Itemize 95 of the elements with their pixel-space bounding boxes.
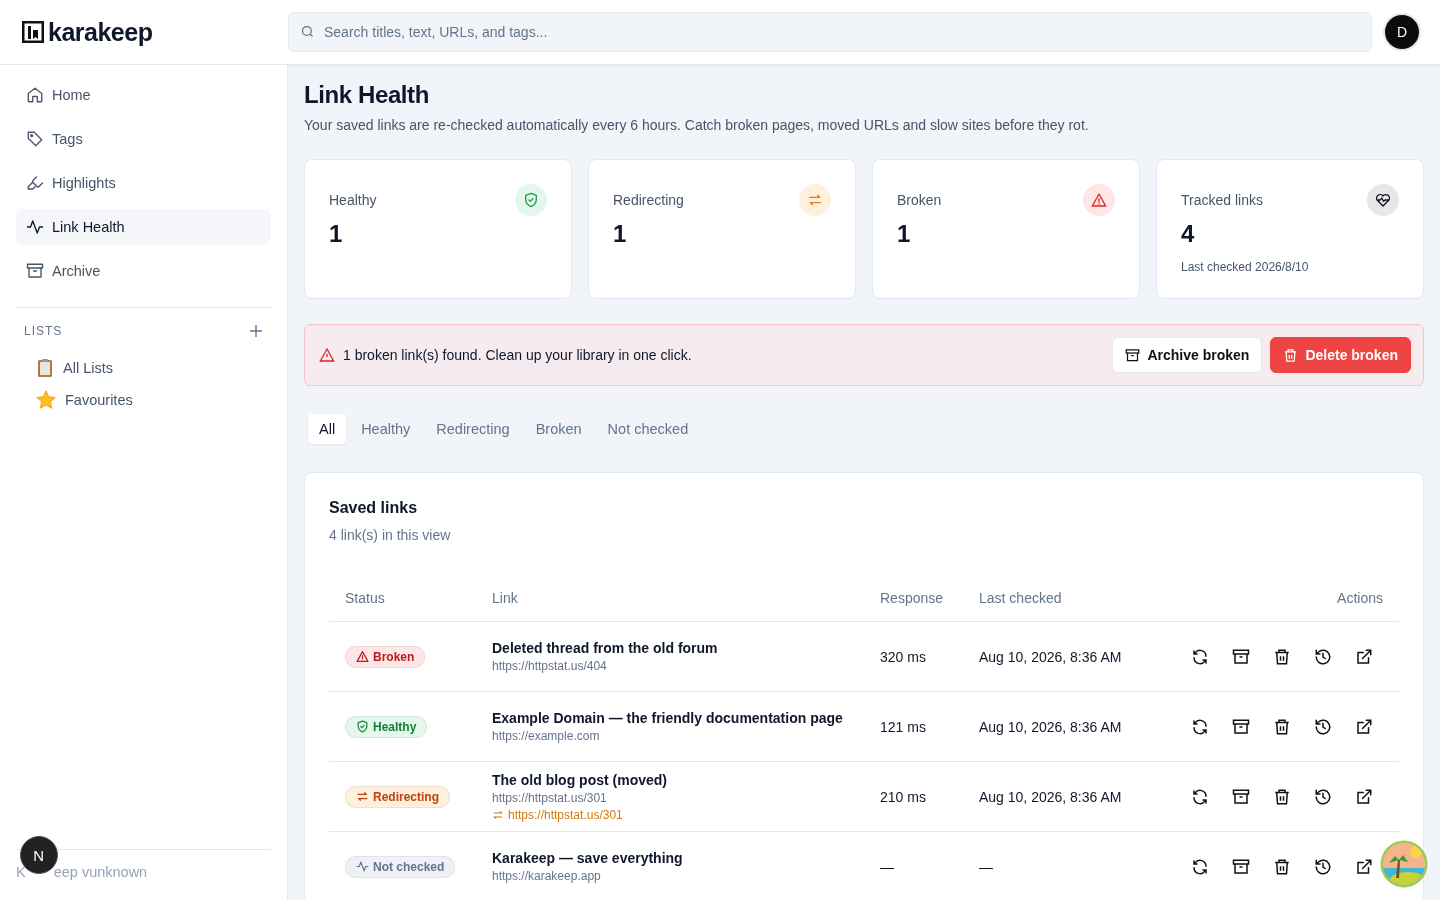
add-icon[interactable]	[249, 324, 263, 338]
refresh-icon[interactable]	[1191, 857, 1209, 876]
table-cell-text: Aug 10, 2026, 8:36 AM	[979, 718, 1123, 735]
archive-icon[interactable]	[1232, 717, 1250, 736]
page-title: Link Health	[304, 81, 430, 109]
list-item[interactable]: All Lists	[16, 352, 271, 384]
history-icon[interactable]	[1314, 717, 1332, 736]
trash-icon[interactable]	[1273, 717, 1291, 736]
link-url[interactable]: https://example.com	[492, 729, 880, 743]
stat-value: 4	[1181, 220, 1196, 248]
star-icon	[35, 389, 57, 411]
external-link-icon[interactable]	[1355, 647, 1373, 666]
external-link-icon[interactable]	[1355, 717, 1373, 736]
filter-tab[interactable]: Healthy	[350, 414, 422, 444]
external-link-icon[interactable]	[1355, 857, 1373, 876]
column-header: Response	[880, 590, 945, 606]
clipboard-icon	[35, 358, 55, 378]
archive-button[interactable]: Archive broken	[1112, 337, 1263, 373]
history-icon[interactable]	[1314, 647, 1332, 666]
table-cell-text: —	[979, 858, 994, 875]
section-heading: LISTS	[24, 324, 63, 338]
table-cell-text: 121 ms	[880, 718, 927, 735]
table-cell-text: Aug 10, 2026, 8:36 AM	[979, 788, 1123, 805]
column-header: Status	[345, 590, 386, 606]
stat-note: Last checked 2026/8/10	[1181, 260, 1310, 274]
trash-icon[interactable]	[1273, 787, 1291, 806]
delete-button[interactable]: Delete broken	[1270, 337, 1411, 373]
trash-icon	[1283, 347, 1299, 363]
archive-icon[interactable]	[1232, 647, 1250, 666]
archive-icon[interactable]	[1232, 857, 1250, 876]
history-icon[interactable]	[1314, 857, 1332, 876]
table-cell-text: 210 ms	[880, 788, 927, 805]
link-title[interactable]: Deleted thread from the old forum	[492, 640, 880, 656]
table-subtitle: 4 link(s) in this view	[329, 527, 452, 543]
archive-icon	[26, 262, 44, 280]
tag-icon	[26, 130, 44, 148]
arrows-icon	[492, 808, 504, 821]
stat-label: Healthy	[329, 192, 377, 208]
page-subtitle: Your saved links are re-checked automatically every 6 hours. Catch broken pages, moved URLs and slow sites before they rot.	[304, 117, 1090, 133]
search-icon	[300, 24, 315, 39]
filter-tab[interactable]: Not checked	[596, 414, 700, 444]
stat-value: 1	[613, 220, 628, 248]
nav-item[interactable]: Archive	[16, 253, 271, 289]
warning-icon	[319, 347, 335, 363]
filter-tab[interactable]: Redirecting	[425, 414, 521, 444]
refresh-icon[interactable]	[1191, 647, 1209, 666]
link-url[interactable]: https://httpstat.us/404	[492, 659, 880, 673]
alert-message: 1 broken link(s) found. Clean up your library in one click.	[343, 347, 693, 363]
archive-icon[interactable]	[1232, 787, 1250, 806]
filter-tab[interactable]: Broken	[524, 414, 593, 444]
status-badge: Not checked	[345, 855, 456, 878]
refresh-icon[interactable]	[1191, 787, 1209, 806]
column-header: Link	[492, 590, 519, 606]
status-icon	[1083, 184, 1115, 216]
pulse-icon	[26, 218, 44, 236]
stat-label: Redirecting	[613, 192, 684, 208]
table-cell-text: 320 ms	[880, 648, 927, 665]
link-title[interactable]: Karakeep — save everything	[492, 850, 880, 866]
nav-item[interactable]: Home	[16, 77, 271, 113]
trash-icon[interactable]	[1273, 647, 1291, 666]
list-item[interactable]: Favourites	[16, 384, 271, 416]
archive-icon	[1125, 347, 1141, 363]
nav-item[interactable]: Link Health	[16, 209, 271, 245]
stat-label: Tracked links	[1181, 192, 1263, 208]
status-badge: Broken	[345, 645, 426, 668]
history-icon[interactable]	[1314, 787, 1332, 806]
link-url[interactable]: https://httpstat.us/301	[492, 790, 880, 805]
status-icon	[515, 184, 547, 216]
table-cell-text: —	[880, 858, 895, 875]
refresh-icon[interactable]	[1191, 717, 1209, 736]
stat-value: 1	[897, 220, 912, 248]
filter-tab[interactable]: All	[308, 414, 347, 444]
status-icon	[1367, 184, 1399, 216]
logo-icon	[22, 21, 44, 43]
search-field[interactable]: Search titles, text, URLs, and tags...	[288, 12, 1372, 52]
stat-value: 1	[329, 220, 344, 248]
stat-label: Broken	[897, 192, 942, 208]
status-badge: Healthy	[345, 715, 428, 738]
external-link-icon[interactable]	[1355, 787, 1373, 806]
nav-item[interactable]: Tags	[16, 121, 271, 157]
column-header: Last checked	[979, 590, 1063, 606]
link-title[interactable]: The old blog post (moved)	[492, 771, 880, 788]
link-title[interactable]: Example Domain — the friendly documentation page	[492, 710, 880, 726]
status-icon	[799, 184, 831, 216]
link-url[interactable]: https://karakeep.app	[492, 869, 880, 883]
column-header: Actions	[1336, 590, 1384, 606]
table-cell-text: Aug 10, 2026, 8:36 AM	[979, 648, 1123, 665]
highlighter-icon	[26, 174, 44, 192]
home-icon	[26, 86, 44, 104]
user-avatar[interactable]: D	[1383, 13, 1421, 51]
trash-icon[interactable]	[1273, 857, 1291, 876]
nav-item[interactable]: Highlights	[16, 165, 271, 201]
brand-name: karakeep	[48, 17, 153, 47]
status-badge: Redirecting	[345, 785, 450, 808]
table-title: Saved links	[329, 499, 419, 517]
